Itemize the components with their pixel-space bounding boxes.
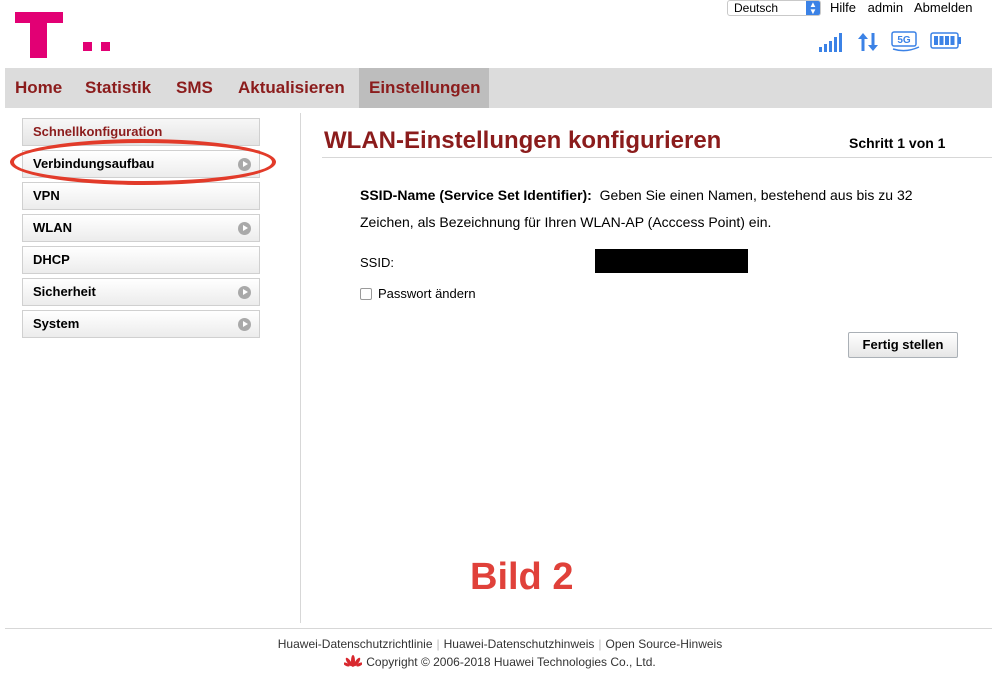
- huawei-logo-icon: [344, 655, 363, 667]
- step-indicator: Schritt 1 von 1: [849, 135, 946, 151]
- nav-home[interactable]: Home: [5, 68, 72, 108]
- language-select[interactable]: Deutsch ▲ ▼: [727, 0, 821, 16]
- chevron-updown-icon: ▲ ▼: [806, 1, 820, 16]
- sidebar: Schnellkonfiguration Verbindungsaufbau V…: [22, 118, 260, 342]
- footer-links: Huawei-Datenschutzrichtlinie | Huawei-Date…: [277, 637, 723, 651]
- sidebar-item-label: Verbindungsaufbau: [33, 156, 155, 171]
- copyright: Copyright © 2006-2018 Huawei Technologie…: [0, 655, 1000, 669]
- chevron-right-icon: [238, 222, 251, 235]
- sidebar-item-label: DHCP: [33, 252, 70, 267]
- footer-link-open-source[interactable]: Open Source-Hinweis: [606, 637, 723, 651]
- signal-strength-icon: [818, 32, 846, 57]
- copyright-text: Copyright © 2006-2018 Huawei Technologie…: [366, 655, 656, 669]
- help-link[interactable]: Hilfe: [830, 0, 856, 15]
- finish-button[interactable]: Fertig stellen: [848, 332, 958, 358]
- chevron-right-icon: [238, 318, 251, 331]
- sidebar-item-label: WLAN: [33, 220, 72, 235]
- data-transfer-icon: [857, 31, 879, 58]
- sidebar-item-label: Schnellkonfiguration: [33, 124, 163, 139]
- sidebar-item-sicherheit[interactable]: Sicherheit: [22, 278, 260, 306]
- ssid-input[interactable]: [595, 249, 748, 273]
- ssid-name-label: SSID-Name (Service Set Identifier):: [360, 187, 592, 203]
- page-title: WLAN-Einstellungen konfigurieren: [324, 127, 722, 154]
- footer-divider: [5, 628, 992, 629]
- sidebar-item-dhcp[interactable]: DHCP: [22, 246, 260, 274]
- footer-link-privacy-policy[interactable]: Huawei-Datenschutzrichtlinie: [278, 637, 433, 651]
- vertical-divider: [300, 113, 301, 623]
- telekom-logo: [15, 10, 110, 58]
- main-nav: Home Statistik SMS Aktualisieren Einstel…: [5, 68, 992, 108]
- chevron-right-icon: [238, 158, 251, 171]
- password-change-checkbox[interactable]: [360, 288, 372, 300]
- sidebar-item-schnellkonfiguration[interactable]: Schnellkonfiguration: [22, 118, 260, 146]
- footer-link-privacy-notice[interactable]: Huawei-Datenschutzhinweis: [444, 637, 595, 651]
- nav-aktualisieren[interactable]: Aktualisieren: [228, 68, 355, 108]
- 5g-network-icon: 5G: [890, 30, 922, 57]
- ssid-label: SSID:: [360, 255, 394, 270]
- sidebar-item-wlan[interactable]: WLAN: [22, 214, 260, 242]
- user-link[interactable]: admin: [868, 0, 903, 15]
- sidebar-item-label: System: [33, 316, 80, 331]
- language-select-value: Deutsch: [734, 1, 779, 15]
- password-change-label[interactable]: Passwort ändern: [378, 286, 476, 301]
- ssid-description: SSID-Name (Service Set Identifier): Gebe…: [360, 182, 960, 236]
- sidebar-item-system[interactable]: System: [22, 310, 260, 338]
- chevron-right-icon: [238, 286, 251, 299]
- nav-statistik[interactable]: Statistik: [75, 68, 161, 108]
- battery-icon: [930, 32, 962, 55]
- sidebar-item-label: Sicherheit: [33, 284, 96, 299]
- logout-link[interactable]: Abmelden: [914, 0, 973, 15]
- top-links: Hilfe admin Abmelden: [830, 0, 981, 15]
- nav-sms[interactable]: SMS: [166, 68, 223, 108]
- annotation-label: Bild 2: [470, 556, 574, 598]
- nav-einstellungen[interactable]: Einstellungen: [359, 68, 489, 108]
- sidebar-item-label: VPN: [33, 188, 60, 203]
- sidebar-item-vpn[interactable]: VPN: [22, 182, 260, 210]
- title-divider: [322, 157, 992, 158]
- sidebar-item-verbindungsaufbau[interactable]: Verbindungsaufbau: [22, 150, 260, 178]
- svg-text:5G: 5G: [897, 35, 911, 46]
